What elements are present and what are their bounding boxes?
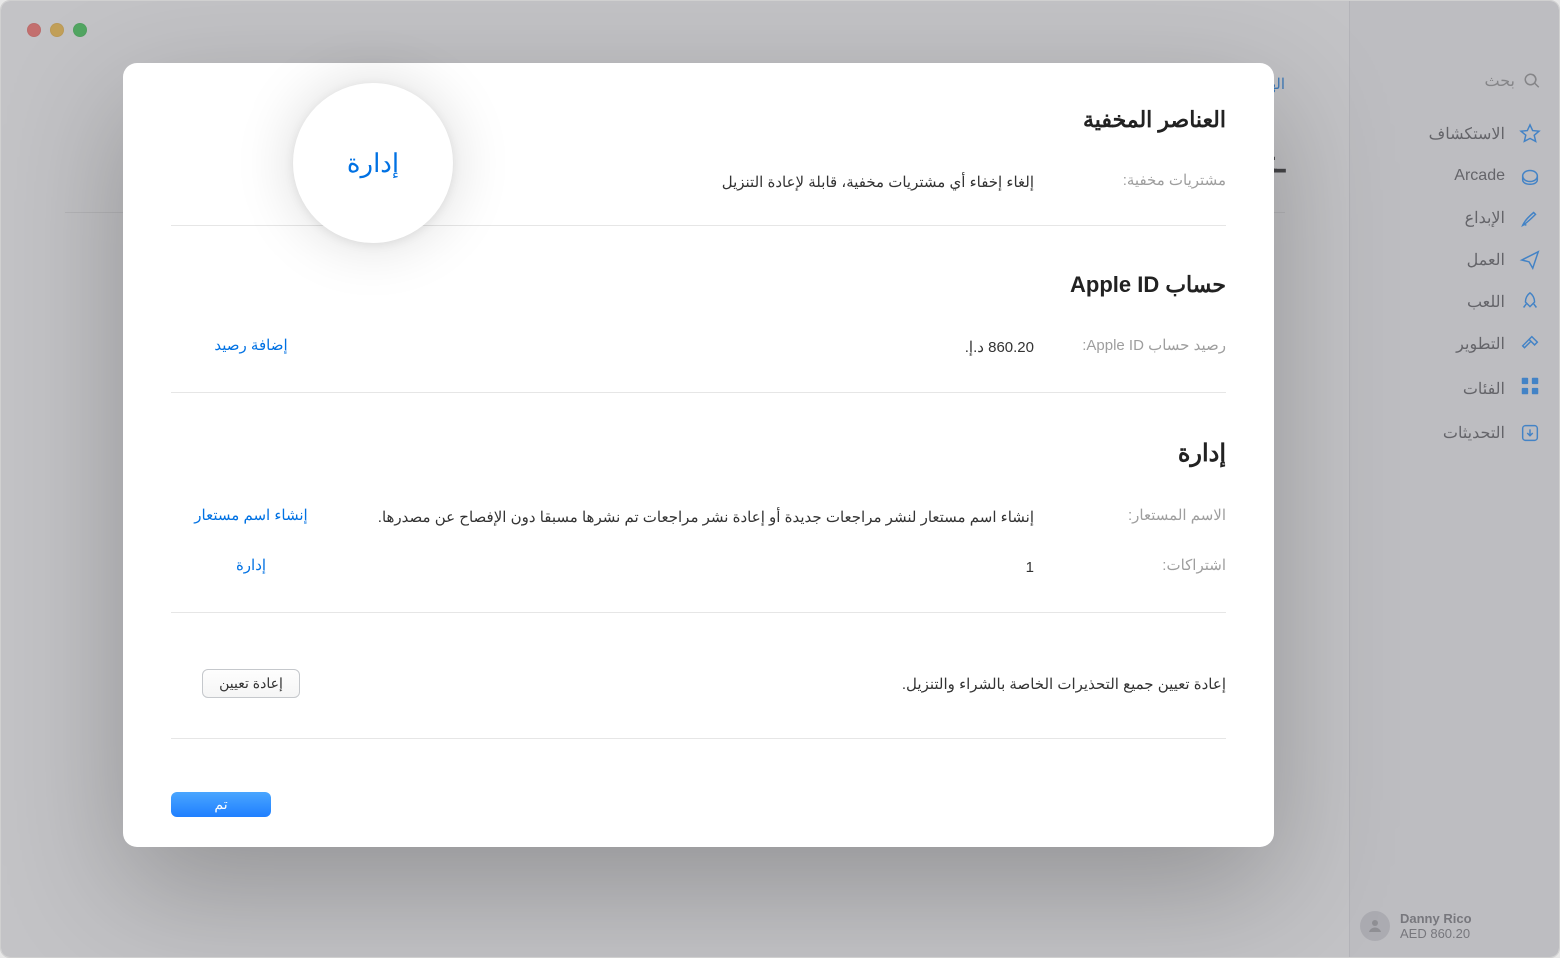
manage-hidden-button[interactable]: إدارة <box>347 148 399 179</box>
subscriptions-value: 1 <box>331 556 1066 580</box>
add-funds-button[interactable]: إضافة رصيد <box>214 336 287 354</box>
apple-id-balance-label: رصيد حساب Apple ID: <box>1066 336 1226 354</box>
account-settings-modal: العناصر المخفية مشتريات مخفية: إلغاء إخف… <box>123 63 1274 847</box>
done-button[interactable]: تم <box>171 792 271 817</box>
nickname-desc: إنشاء اسم مستعار لنشر مراجعات جديدة أو إ… <box>331 506 1066 530</box>
manage-subscriptions-button[interactable]: إدارة <box>236 556 266 574</box>
hidden-purchases-label: مشتريات مخفية: <box>1066 171 1226 189</box>
apple-id-balance-value: 860.20 د.إ. <box>331 336 1066 360</box>
subscriptions-label: اشتراكات: <box>1066 556 1226 574</box>
reset-warnings-text: إعادة تعيين جميع التحذيرات الخاصة بالشرا… <box>331 675 1226 693</box>
manage-title: إدارة <box>171 439 1226 468</box>
hidden-purchases-desc: إلغاء إخفاء أي مشتريات مخفية، قابلة لإعا… <box>331 171 1066 195</box>
create-nickname-button[interactable]: إنشاء اسم مستعار <box>194 506 307 524</box>
apple-id-account-title: حساب Apple ID <box>171 272 1226 298</box>
reset-warnings-button[interactable]: إعادة تعيين <box>202 669 300 698</box>
nickname-label: الاسم المستعار: <box>1066 506 1226 524</box>
hidden-items-title: العناصر المخفية <box>171 107 1226 133</box>
